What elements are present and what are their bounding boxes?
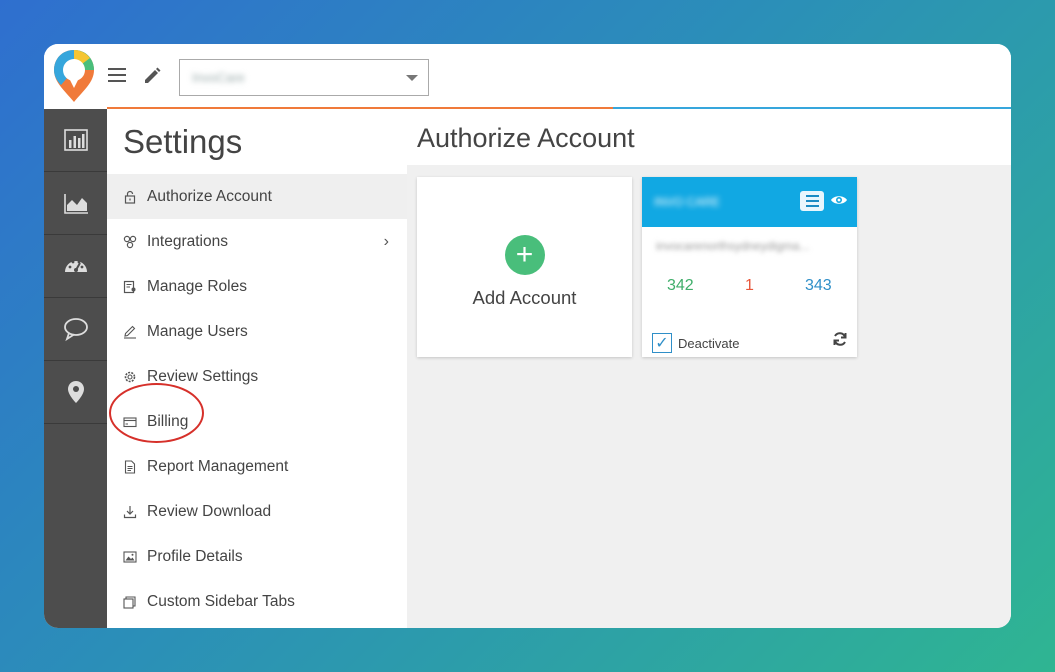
- lock-icon: [123, 190, 137, 204]
- hamburger-menu-icon[interactable]: [108, 68, 126, 84]
- settings-item-label: Review Download: [147, 502, 272, 520]
- account-card: INVO CARE invocarenorthsydneydigma... 34…: [642, 177, 857, 357]
- plus-icon: +: [504, 235, 545, 275]
- app-window: InvoCare Settings Authorize Account Inte…: [44, 44, 1011, 628]
- integrations-icon: [123, 235, 137, 249]
- main-header: Authorize Account: [407, 109, 1011, 165]
- settings-menu: Authorize Account Integrations › Manage …: [107, 174, 407, 624]
- account-name: INVO CARE: [654, 195, 721, 209]
- download-icon: [123, 505, 137, 519]
- account-stat-negative: 1: [745, 277, 754, 294]
- settings-item-label: Authorize Account: [147, 187, 272, 205]
- gear-icon: [123, 370, 137, 384]
- settings-item-label: Manage Roles: [147, 277, 247, 295]
- rail-item-analytics[interactable]: [44, 172, 107, 235]
- location-select[interactable]: InvoCare: [179, 59, 429, 96]
- settings-item-billing[interactable]: Billing: [107, 383, 407, 444]
- pencil-icon: [123, 325, 137, 339]
- add-account-card[interactable]: + Add Account: [417, 177, 632, 357]
- settings-item-label: Integrations: [147, 232, 228, 250]
- settings-item-label: Billing: [147, 412, 189, 430]
- rail-item-locations[interactable]: [44, 361, 107, 424]
- settings-item-label: Review Settings: [147, 367, 259, 385]
- top-bar: InvoCare: [44, 44, 1011, 108]
- account-menu-icon[interactable]: [800, 191, 824, 211]
- chevron-right-icon: ›: [383, 233, 389, 250]
- tabs-icon: [123, 595, 137, 609]
- rail-item-dashboard[interactable]: [44, 235, 107, 298]
- dashboard-gauge-icon: [64, 260, 87, 272]
- app-logo: [54, 50, 94, 102]
- settings-item-report-management[interactable]: Report Management: [107, 444, 407, 489]
- deactivate-label: Deactivate: [678, 335, 740, 351]
- bar-chart-icon: [63, 129, 88, 151]
- map-pin-icon: [67, 381, 84, 403]
- settings-item-label: Custom Sidebar Tabs: [147, 592, 295, 610]
- settings-item-label: Profile Details: [147, 547, 243, 565]
- settings-item-manage-users[interactable]: Manage Users: [107, 309, 407, 354]
- settings-item-custom-sidebar-tabs[interactable]: Custom Sidebar Tabs: [107, 579, 407, 624]
- chevron-down-icon: [406, 75, 418, 81]
- rail-item-messages[interactable]: [44, 298, 107, 361]
- roles-icon: [123, 280, 137, 294]
- settings-item-authorize-account[interactable]: Authorize Account: [107, 174, 407, 219]
- account-card-header: INVO CARE: [642, 177, 857, 227]
- location-select-value: InvoCare: [192, 70, 245, 85]
- icon-rail: [44, 109, 107, 628]
- page-title: Authorize Account: [417, 123, 635, 153]
- credit-card-icon: [123, 415, 137, 429]
- image-icon: [123, 550, 137, 564]
- settings-item-integrations[interactable]: Integrations ›: [107, 219, 407, 264]
- account-url: invocarenorthsydneydigma...: [656, 239, 810, 253]
- settings-title: Settings: [123, 123, 243, 160]
- settings-panel: Settings Authorize Account Integrations …: [107, 109, 407, 628]
- eye-icon[interactable]: [830, 193, 848, 207]
- settings-item-review-download[interactable]: Review Download: [107, 489, 407, 534]
- settings-item-profile-details[interactable]: Profile Details: [107, 534, 407, 579]
- deactivate-checkbox[interactable]: ✓: [652, 333, 672, 353]
- settings-item-review-settings[interactable]: Review Settings: [107, 354, 407, 399]
- pencil-edit-icon[interactable]: [142, 66, 162, 86]
- add-account-label: Add Account: [472, 287, 577, 308]
- account-stat-total: 342: [667, 277, 694, 294]
- account-stat-count: 343: [805, 277, 832, 294]
- refresh-icon[interactable]: [832, 331, 848, 347]
- rail-item-reports[interactable]: [44, 109, 107, 172]
- settings-item-manage-roles[interactable]: Manage Roles: [107, 264, 407, 309]
- account-card-footer: ✓ Deactivate: [652, 333, 739, 353]
- settings-item-label: Report Management: [147, 457, 289, 475]
- main-content: Authorize Account + Add Account INVO CAR…: [407, 109, 1011, 628]
- document-icon: [123, 459, 137, 474]
- area-chart-icon: [63, 194, 88, 214]
- chat-bubble-icon: [63, 318, 88, 342]
- settings-item-label: Manage Users: [147, 322, 248, 340]
